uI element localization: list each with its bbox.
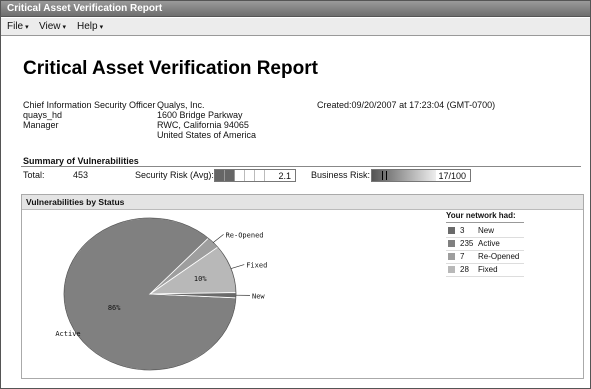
risk-segment [235,170,245,181]
summary-divider [21,166,581,167]
pie-svg: 86% Active Re-Opened 10% Fixed New [55,217,267,371]
menu-view[interactable]: View ▾ [39,18,66,36]
menu-bar: File ▾ View ▾ Help ▾ [1,18,590,36]
pie-slice-label: Fixed [246,262,267,270]
company-city: RWC, California 94065 [157,120,249,130]
report-window: Critical Asset Verification Report File ▾… [0,0,591,389]
legend-swatch [448,240,455,247]
recipient-user: quays_hd [23,110,63,120]
company-country: United States of America [157,130,257,140]
total-value: 453 [73,170,89,180]
pie-slice-label: Re-Opened [226,231,264,239]
pie-leader-line [230,264,245,269]
summary-title: Summary of Vulnerabilities [23,156,139,166]
page-title: Critical Asset Verification Report [23,58,318,79]
business-risk-value: 17/100 [438,171,466,181]
recipient-title: Chief Information Security Officer [23,100,156,110]
legend-count: 7 [460,252,465,261]
total-label: Total: [23,170,45,180]
business-risk-gauge: 17/100 [371,169,471,182]
legend-item: 7 Re-Opened [446,251,524,264]
status-panel: Vulnerabilities by Status 86% Active Re-Op… [21,194,584,379]
company-street: 1600 Bridge Parkway [157,110,243,120]
legend-title: Your network had: [446,211,524,223]
legend-swatch [448,227,455,234]
security-risk-gauge: 2.1 [214,169,296,182]
chevron-down-icon: ▾ [99,24,104,31]
company-address: Qualys, Inc. 1600 Bridge Parkway RWC, Ca… [157,100,256,140]
legend-count: 235 [460,239,474,248]
status-pie-chart: 86% Active Re-Opened 10% Fixed New [22,210,442,383]
pie-leader-line [213,234,224,243]
risk-segment [215,170,225,181]
report-content: Critical Asset Verification Report Chief… [1,36,590,388]
status-panel-title: Vulnerabilities by Status [22,195,583,210]
chevron-down-icon: ▾ [62,24,67,31]
menu-help-label: Help [77,21,98,32]
menu-help[interactable]: Help ▾ [77,18,103,36]
legend-swatch [448,253,455,260]
legend-swatch [448,266,455,273]
chevron-down-icon: ▾ [25,24,29,31]
business-risk-label: Business Risk: [311,170,371,180]
recipient-role: Manager [23,120,59,130]
legend-label: Active [478,239,500,248]
risk-segment [245,170,255,181]
legend-count: 3 [460,226,465,235]
security-risk-label: Security Risk (Avg): [135,170,214,180]
legend-item: 3 New [446,225,524,238]
menu-file-label: File [7,21,24,32]
pie-percent-label: 10% [194,275,207,283]
risk-segment [255,170,265,181]
legend-item: 28 Fixed [446,264,524,277]
risk-segment [225,170,235,181]
menu-file[interactable]: File ▾ [7,18,29,36]
legend-count: 28 [460,265,469,274]
legend-item: 235 Active [446,238,524,251]
legend-label: Re-Opened [478,252,520,261]
menu-view-label: View [39,21,61,32]
recipient-info: Chief Information Security Officer quays… [23,100,155,130]
window-title: Critical Asset Verification Report [1,1,590,17]
status-legend: Your network had: 3 New 235 Active 7 Re-… [446,211,524,277]
security-risk-value: 2.1 [278,171,291,181]
legend-label: New [478,226,495,235]
company-name: Qualys, Inc. [157,100,205,110]
pie-percent-label: 86% [108,304,121,312]
pie-slice-label: Active [55,330,80,338]
legend-label: Fixed [478,265,498,274]
risk-marker-icon [382,171,387,180]
pie-slice-label: New [252,292,265,300]
created-timestamp: Created:09/20/2007 at 17:23:04 (GMT-0700… [317,100,496,110]
